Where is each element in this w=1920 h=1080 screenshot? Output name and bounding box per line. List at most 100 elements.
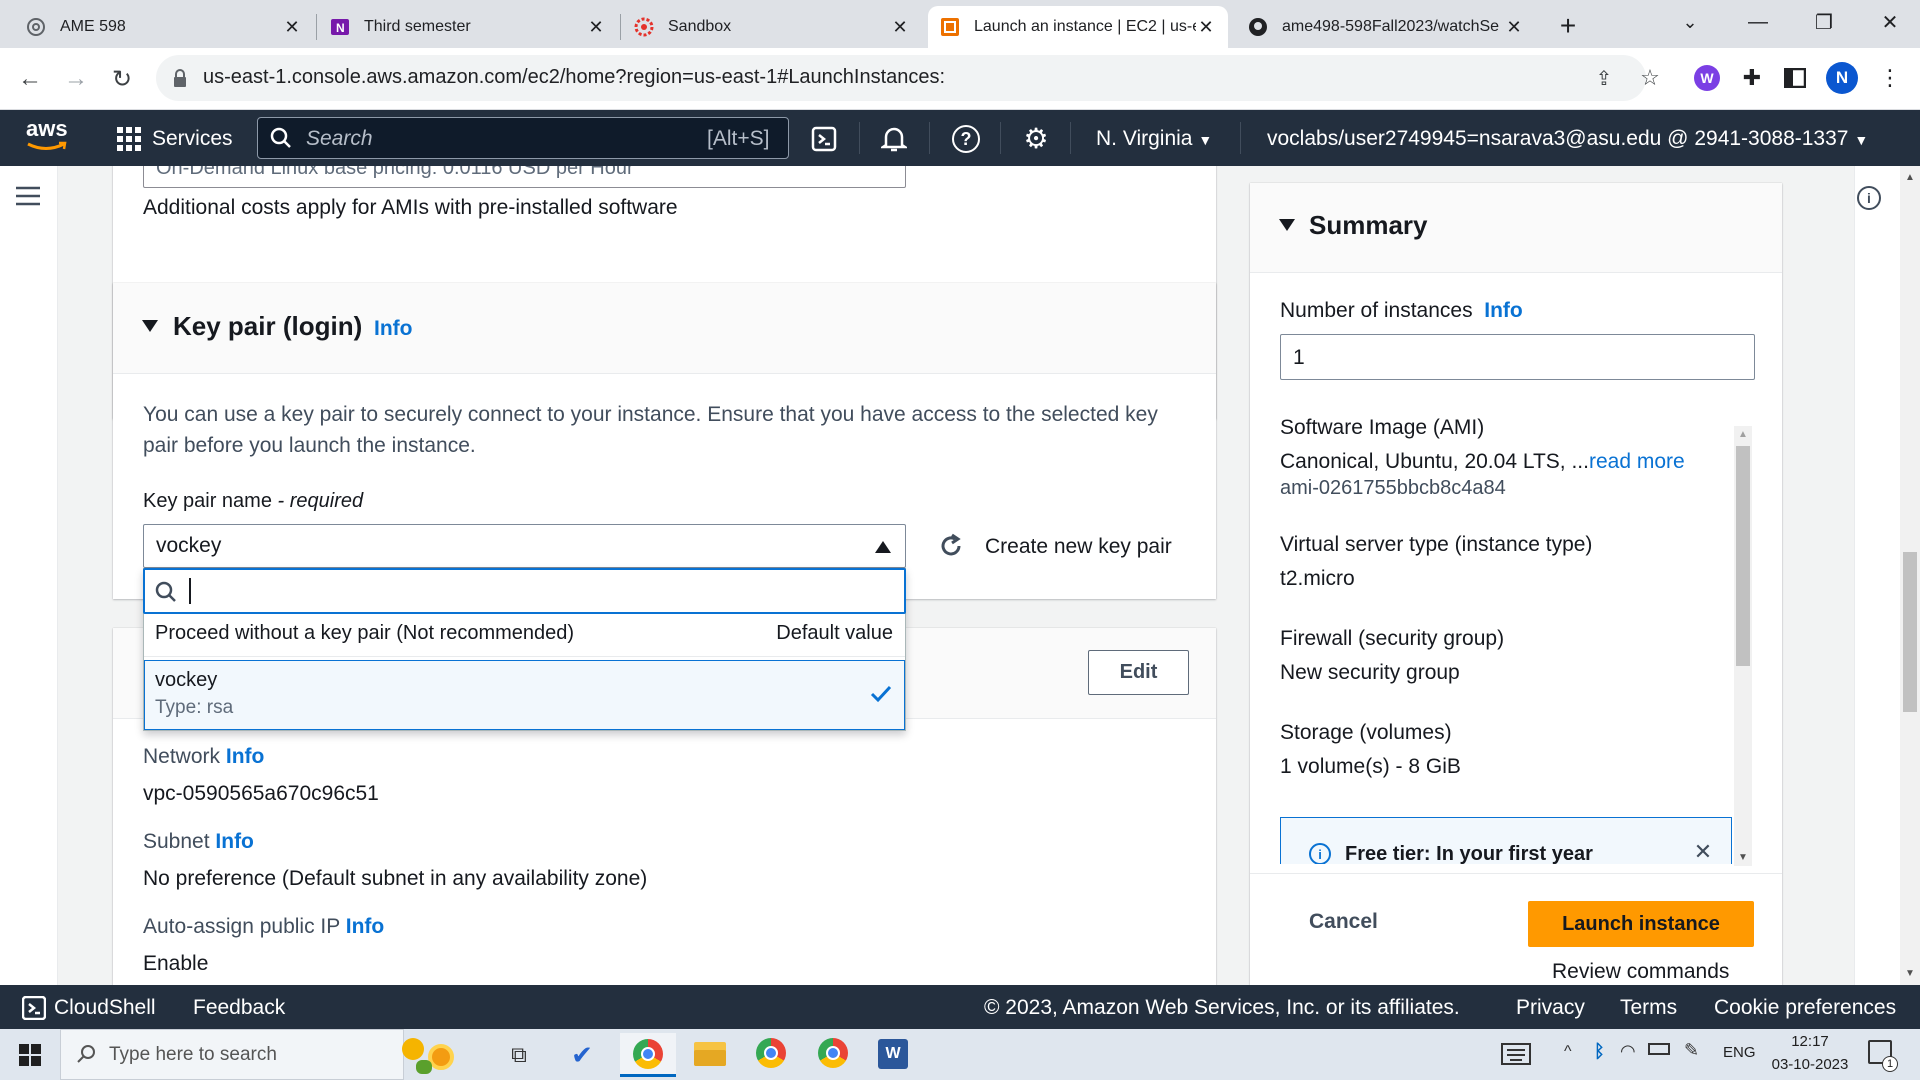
- close-window-icon[interactable]: ✕: [1860, 0, 1920, 44]
- cloudshell-link[interactable]: CloudShell: [54, 996, 156, 1020]
- subnet-info-link[interactable]: Info: [215, 830, 253, 853]
- forward-icon[interactable]: →: [60, 63, 92, 95]
- bookmark-star-icon[interactable]: ☆: [1636, 64, 1664, 92]
- tab-third-semester[interactable]: N Third semester ✕: [318, 6, 618, 48]
- more-menu-icon[interactable]: ⋮: [1878, 64, 1902, 92]
- scroll-thumb[interactable]: [1903, 552, 1917, 712]
- close-tab-icon[interactable]: ✕: [1504, 17, 1524, 37]
- services-grid-icon[interactable]: [117, 127, 141, 151]
- tray-expand-icon[interactable]: ^: [1564, 1043, 1572, 1061]
- new-tab-icon[interactable]: +: [1552, 10, 1584, 42]
- todo-app-icon[interactable]: ✔: [566, 1040, 598, 1070]
- firewall-value: New security group: [1280, 661, 1460, 684]
- tab-launch-instance[interactable]: Launch an instance | EC2 | us-e ✕: [928, 6, 1228, 48]
- key-pair-select[interactable]: vockey: [143, 524, 906, 568]
- help-panel-info-icon[interactable]: i: [1857, 186, 1881, 210]
- page-scrollbar[interactable]: ▲ ▼: [1900, 166, 1920, 985]
- cancel-button[interactable]: Cancel: [1309, 910, 1378, 934]
- task-view-icon[interactable]: ⧉: [504, 1042, 534, 1068]
- windows-start-icon[interactable]: [19, 1044, 41, 1066]
- notification-center-icon[interactable]: 1: [1868, 1040, 1898, 1072]
- option-label: Proceed without a key pair (Not recommen…: [155, 622, 575, 644]
- settings-gear-icon[interactable]: ⚙: [1022, 123, 1050, 154]
- storage-value: 1 volume(s) - 8 GiB: [1280, 755, 1461, 778]
- minimize-icon[interactable]: —: [1728, 0, 1788, 44]
- tab-search-icon[interactable]: ⌄: [1660, 0, 1720, 44]
- services-menu[interactable]: Services: [152, 127, 233, 151]
- scroll-down-arrow-icon[interactable]: ▼: [1738, 852, 1748, 863]
- firewall-link[interactable]: Firewall (security group): [1280, 627, 1504, 651]
- dismiss-alert-icon[interactable]: ✕: [1691, 839, 1715, 864]
- option-vockey[interactable]: vockey Type: rsa: [144, 660, 905, 730]
- close-tab-icon[interactable]: ✕: [586, 17, 606, 37]
- create-key-pair-link[interactable]: Create new key pair: [985, 535, 1172, 559]
- back-icon[interactable]: ←: [14, 63, 46, 95]
- extensions-puzzle-icon[interactable]: ✚: [1738, 64, 1766, 92]
- scroll-up-arrow-icon[interactable]: ▲: [1738, 429, 1748, 440]
- summary-scroll-region: Software Image (AMI) Canonical, Ubuntu, …: [1280, 416, 1740, 864]
- additional-costs-link[interactable]: Additional costs apply for AMIs with pre…: [143, 196, 678, 220]
- edit-network-button[interactable]: Edit: [1088, 650, 1189, 695]
- ami-read-more-link[interactable]: read more: [1589, 450, 1685, 473]
- bluetooth-icon[interactable]: ᛒ: [1594, 1041, 1605, 1062]
- battery-icon[interactable]: [1648, 1043, 1670, 1055]
- scroll-up-arrow-icon[interactable]: ▲: [1905, 172, 1915, 183]
- canvas-icon: [634, 17, 654, 37]
- help-icon[interactable]: ?: [952, 125, 980, 153]
- share-icon[interactable]: ⇪: [1590, 64, 1618, 92]
- refresh-icon[interactable]: [938, 533, 964, 559]
- public-ip-info-link[interactable]: Info: [346, 915, 384, 938]
- option-tag: Default value: [776, 622, 893, 644]
- pen-icon[interactable]: ✎: [1684, 1040, 1699, 1061]
- side-panel-icon[interactable]: [1784, 68, 1806, 88]
- instance-type-link[interactable]: Virtual server type (instance type): [1280, 533, 1592, 557]
- chrome-profile-icon[interactable]: [818, 1038, 848, 1068]
- extension-icon[interactable]: W: [1694, 65, 1720, 91]
- close-tab-icon[interactable]: ✕: [282, 17, 302, 37]
- notifications-bell-icon[interactable]: [881, 125, 907, 153]
- word-icon[interactable]: W: [878, 1039, 908, 1069]
- ami-link[interactable]: Software Image (AMI): [1280, 416, 1484, 440]
- tab-sandbox[interactable]: Sandbox ✕: [622, 6, 922, 48]
- close-tab-icon[interactable]: ✕: [1196, 17, 1216, 37]
- touch-keyboard-icon[interactable]: [1501, 1043, 1531, 1065]
- feedback-link[interactable]: Feedback: [193, 996, 285, 1020]
- language-indicator[interactable]: ENG: [1723, 1044, 1756, 1061]
- close-tab-icon[interactable]: ✕: [890, 17, 910, 37]
- reload-icon[interactable]: ↻: [106, 63, 138, 95]
- text-cursor: [189, 578, 191, 604]
- chrome-taskbar-active[interactable]: [620, 1033, 676, 1077]
- maximize-icon[interactable]: ❐: [1794, 0, 1854, 44]
- summary-scrollbar[interactable]: ▲ ▼: [1734, 426, 1752, 866]
- hamburger-menu-icon[interactable]: [16, 186, 40, 206]
- cookie-preferences-link[interactable]: Cookie preferences: [1714, 996, 1896, 1020]
- account-menu[interactable]: voclabs/user2749945=nsarava3@asu.edu @ 2…: [1267, 127, 1868, 151]
- wifi-icon[interactable]: ◠: [1620, 1041, 1636, 1062]
- cloudshell-icon[interactable]: [811, 126, 837, 152]
- network-info-link[interactable]: Info: [226, 745, 264, 768]
- tab-github[interactable]: ame498-598Fall2023/watchSe ✕: [1236, 6, 1536, 48]
- instances-info-link[interactable]: Info: [1484, 299, 1522, 322]
- file-explorer-icon[interactable]: [694, 1038, 726, 1070]
- privacy-link[interactable]: Privacy: [1516, 996, 1585, 1020]
- key-pair-info-link[interactable]: Info: [374, 317, 412, 341]
- clock-date[interactable]: 03-10-2023: [1766, 1056, 1854, 1073]
- scroll-thumb[interactable]: [1736, 446, 1750, 666]
- option-no-key-pair[interactable]: Proceed without a key pair (Not recommen…: [144, 614, 905, 657]
- tab-ame598[interactable]: AME 598 ✕: [14, 6, 314, 48]
- key-pair-search-input[interactable]: [143, 568, 906, 614]
- scroll-down-arrow-icon[interactable]: ▼: [1905, 968, 1915, 979]
- launch-instance-button[interactable]: Launch instance: [1528, 901, 1754, 947]
- lock-icon[interactable]: [172, 68, 188, 88]
- region-selector[interactable]: N. Virginia ▼: [1096, 127, 1212, 151]
- info-circle-icon: i: [1309, 843, 1331, 864]
- chrome-profile-icon[interactable]: [756, 1038, 786, 1068]
- review-commands-link[interactable]: Review commands: [1552, 960, 1729, 984]
- terms-link[interactable]: Terms: [1620, 996, 1677, 1020]
- clock-time[interactable]: 12:17: [1770, 1033, 1850, 1050]
- storage-link[interactable]: Storage (volumes): [1280, 721, 1452, 745]
- aws-logo[interactable]: aws: [26, 118, 72, 158]
- instances-input[interactable]: 1: [1280, 334, 1755, 380]
- profile-avatar[interactable]: N: [1826, 62, 1858, 94]
- instances-label: Number of instances Info: [1280, 299, 1523, 323]
